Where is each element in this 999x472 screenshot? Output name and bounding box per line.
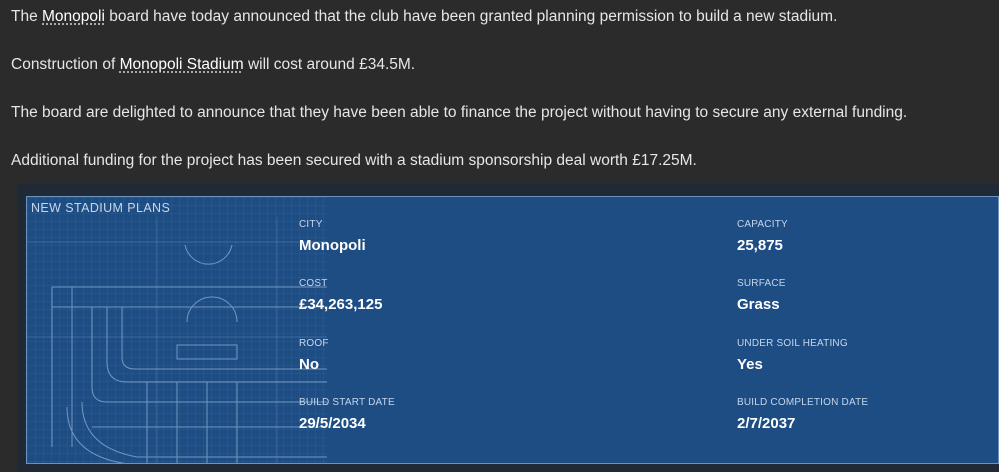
field-label: CITY: [299, 219, 323, 230]
field-city: CITY Monopoli: [299, 219, 366, 255]
blueprint-illustration: [27, 197, 327, 463]
field-cost: COST £34,263,125: [299, 278, 382, 314]
stadium-link[interactable]: Monopoli Stadium: [120, 56, 244, 73]
stadium-plans-panel: NEW STADIUM PLANS CITY Monopoli CAPACITY…: [26, 196, 999, 464]
panel-title: NEW STADIUM PLANS: [31, 201, 171, 215]
field-label: CAPACITY: [737, 219, 788, 230]
field-value: Monopoli: [299, 237, 366, 254]
news-paragraph-3: The board are delighted to announce that…: [11, 104, 908, 121]
field-roof: ROOF No: [299, 338, 329, 374]
field-label: SURFACE: [737, 278, 786, 289]
news-text: Construction of: [11, 56, 120, 73]
field-build-completion-date: BUILD COMPLETION DATE 2/7/2037: [737, 397, 868, 433]
news-paragraph-1: The Monopoli board have today announced …: [11, 7, 837, 27]
field-label: COST: [299, 278, 328, 289]
news-text: The: [11, 8, 43, 25]
news-paragraph-4: Additional funding for the project has b…: [11, 152, 697, 169]
news-text: will cost around £34.5M.: [243, 56, 416, 73]
field-capacity: CAPACITY 25,875: [737, 219, 788, 255]
field-value: No: [299, 356, 319, 373]
news-text: board have today announced that the club…: [104, 8, 838, 25]
field-build-start-date: BUILD START DATE 29/5/2034: [299, 397, 395, 433]
field-value: Grass: [737, 296, 780, 313]
field-value: £34,263,125: [299, 296, 383, 313]
news-paragraph-2: Construction of Monopoli Stadium will co…: [11, 55, 415, 75]
club-link[interactable]: Monopoli: [42, 8, 105, 25]
field-label: UNDER SOIL HEATING: [737, 338, 848, 349]
field-value: 2/7/2037: [737, 415, 796, 432]
field-surface: SURFACE Grass: [737, 278, 786, 314]
field-under-soil-heating: UNDER SOIL HEATING Yes: [737, 338, 848, 374]
field-label: ROOF: [299, 338, 329, 349]
field-value: 29/5/2034: [299, 415, 366, 432]
field-value: Yes: [737, 356, 763, 373]
field-label: BUILD START DATE: [299, 397, 395, 408]
field-value: 25,875: [737, 237, 783, 254]
field-label: BUILD COMPLETION DATE: [737, 397, 869, 408]
